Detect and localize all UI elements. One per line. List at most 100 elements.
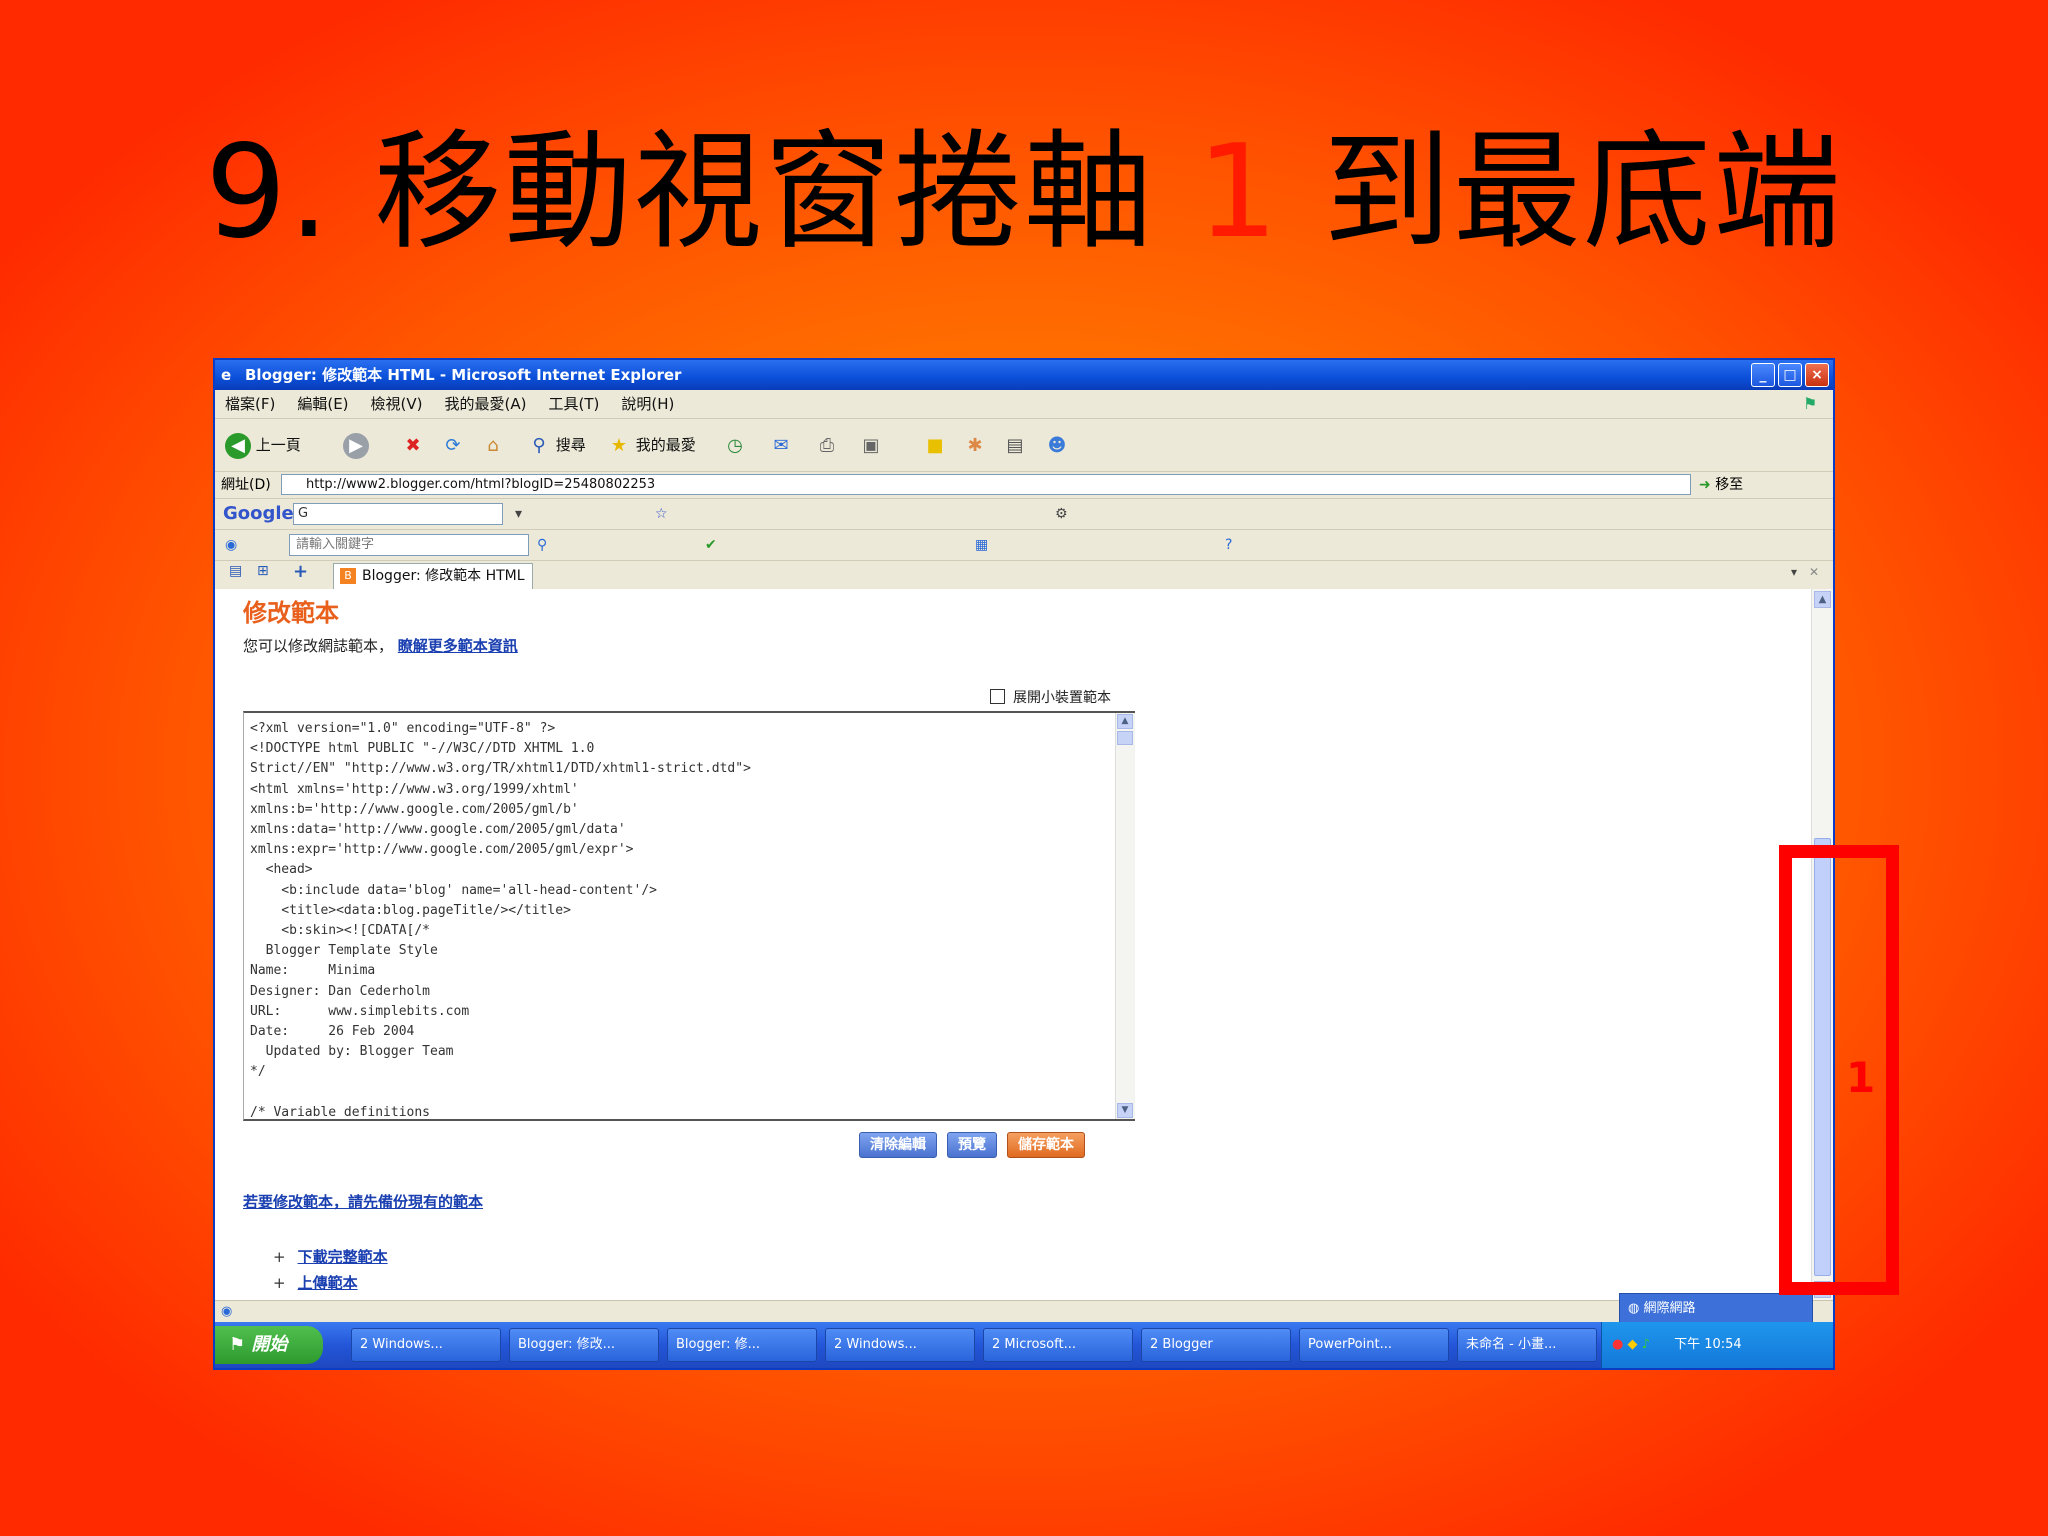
- new-tab-icon[interactable]: +: [293, 561, 308, 582]
- refresh-button[interactable]: ⟳: [441, 431, 465, 459]
- favorites-label: 我的最愛: [635, 436, 696, 454]
- download-template-link[interactable]: 下載完整範本: [298, 1248, 388, 1266]
- menu-view[interactable]: 檢視(V): [371, 390, 423, 418]
- forward-arrow-icon: ▶: [343, 432, 369, 459]
- tray-network-icon[interactable]: ◆: [1627, 1337, 1637, 1352]
- bookmark-star-icon[interactable]: ☆: [655, 499, 668, 529]
- print-icon: ⎙: [819, 434, 835, 456]
- messenger-icon: ▤: [1006, 434, 1024, 456]
- quick-tabs-icon[interactable]: ⊞: [257, 563, 269, 579]
- window-titlebar[interactable]: e Blogger: 修改範本 HTML - Microsoft Interne…: [215, 360, 1833, 390]
- links-globe-icon: ◉: [225, 537, 238, 553]
- editor-scrollbar[interactable]: ▲ ▼: [1115, 713, 1135, 1119]
- links-chart-icon[interactable]: ▦: [975, 530, 988, 560]
- home-button[interactable]: ⌂: [481, 431, 505, 459]
- messenger-button[interactable]: ▤: [1003, 431, 1027, 459]
- tab-close-icon[interactable]: ✕: [1809, 565, 1819, 579]
- ie-icon: e: [221, 366, 232, 384]
- preview-button[interactable]: 預覽: [947, 1132, 997, 1158]
- links-search-icon[interactable]: ⚲: [537, 530, 547, 560]
- blogger-icon: B: [340, 568, 356, 584]
- tray-volume-icon[interactable]: ♪: [1642, 1337, 1650, 1352]
- go-label: 移至: [1715, 477, 1744, 493]
- clear-edits-button[interactable]: 清除編輯: [859, 1132, 937, 1158]
- taskbar-item[interactable]: 未命名 - 小畫...: [1457, 1328, 1597, 1362]
- forward-button[interactable]: ▶: [343, 431, 369, 459]
- system-tray: ● ◆ ♪ 下午 10:54: [1601, 1322, 1833, 1368]
- print-button[interactable]: ⎙: [815, 431, 839, 459]
- edit-button[interactable]: ▣: [859, 431, 883, 459]
- stop-button[interactable]: ✖: [401, 431, 425, 459]
- taskbar-item[interactable]: 2 Blogger: [1141, 1328, 1291, 1362]
- template-code-editor[interactable]: <?xml version="1.0" encoding="UTF-8" ?> …: [243, 711, 1135, 1121]
- minimize-button[interactable]: _: [1751, 363, 1775, 387]
- tab-label: Blogger: 修改範本 HTML: [362, 568, 525, 584]
- tab-menu-icon[interactable]: ▾: [1791, 565, 1797, 579]
- star-icon: ★: [610, 434, 628, 456]
- users-button[interactable]: ☻: [1045, 431, 1069, 459]
- favorites-button[interactable]: ★ 我的最愛: [607, 431, 696, 459]
- menu-favorites[interactable]: 我的最愛(A): [445, 390, 527, 418]
- clock: 下午 10:54: [1674, 1337, 1742, 1352]
- menu-bar: 檔案(F) 編輯(E) 檢視(V) 我的最愛(A) 工具(T) 說明(H) ⚑: [215, 390, 1833, 419]
- upload-template-link[interactable]: 上傳範本: [298, 1274, 358, 1292]
- go-button[interactable]: ➜ 移至: [1699, 474, 1743, 496]
- tab-list-icon[interactable]: ▤: [229, 563, 242, 579]
- taskbar-item[interactable]: 2 Windows...: [825, 1328, 975, 1362]
- google-search-input[interactable]: G: [293, 503, 503, 525]
- taskbar-item[interactable]: 2 Microsoft...: [983, 1328, 1133, 1362]
- list-item[interactable]: + 下載完整範本: [273, 1244, 388, 1270]
- google-options-icon[interactable]: ⚙: [1055, 499, 1068, 529]
- history-button[interactable]: ◷: [723, 431, 747, 459]
- list-item[interactable]: + 上傳範本: [273, 1270, 388, 1296]
- note-icon: ■: [926, 434, 944, 456]
- zone-dropdown[interactable]: ◍ 網際網路: [1619, 1293, 1813, 1323]
- mail-button[interactable]: ✉: [769, 431, 793, 459]
- google-toolbar: Google G ▾ ☆ ⚙: [215, 499, 1833, 530]
- tray-antivirus-icon[interactable]: ●: [1612, 1337, 1623, 1352]
- editor-scroll-up-icon[interactable]: ▲: [1117, 714, 1133, 729]
- template-info-link[interactable]: 瞭解更多範本資訊: [398, 637, 518, 655]
- go-arrow-icon: ➜: [1699, 477, 1711, 493]
- maximize-button[interactable]: □: [1778, 363, 1802, 387]
- taskbar-item[interactable]: Blogger: 修...: [667, 1328, 817, 1362]
- template-intro: 您可以修改網誌範本， 瞭解更多範本資訊: [243, 635, 518, 656]
- back-label: 上一頁: [255, 436, 301, 454]
- expand-widgets-checkbox[interactable]: [990, 689, 1005, 704]
- close-button[interactable]: ×: [1805, 363, 1829, 387]
- research-button[interactable]: ✱: [963, 431, 987, 459]
- menu-help[interactable]: 說明(H): [621, 390, 674, 418]
- expand-widgets-option[interactable]: 展開小裝置範本: [990, 687, 1111, 707]
- address-input[interactable]: http://www2.blogger.com/html?blogID=2548…: [281, 474, 1691, 495]
- editor-scroll-down-icon[interactable]: ▼: [1117, 1103, 1133, 1118]
- links-check-icon[interactable]: ✔: [705, 530, 717, 560]
- slide-title-prefix: 9. 移動視窗捲軸: [205, 118, 1154, 267]
- editor-scroll-thumb[interactable]: [1117, 731, 1133, 745]
- page-status-icon: ◉: [221, 1304, 233, 1319]
- browser-window: e Blogger: 修改範本 HTML - Microsoft Interne…: [213, 358, 1835, 1370]
- stop-icon: ✖: [405, 434, 421, 456]
- users-icon: ☻: [1047, 434, 1067, 456]
- tab-blogger[interactable]: B Blogger: 修改範本 HTML: [333, 563, 533, 589]
- note-button[interactable]: ■: [923, 431, 947, 459]
- back-button[interactable]: ◀ 上一頁: [225, 431, 301, 459]
- links-help-icon[interactable]: ?: [1225, 530, 1232, 560]
- taskbar-item[interactable]: PowerPoint...: [1299, 1328, 1449, 1362]
- home-icon: ⌂: [487, 434, 499, 456]
- template-code[interactable]: <?xml version="1.0" encoding="UTF-8" ?> …: [244, 713, 1135, 1119]
- links-search-input[interactable]: 請輸入關鍵字: [289, 534, 529, 556]
- taskbar-item[interactable]: Blogger: 修改...: [509, 1328, 659, 1362]
- start-button[interactable]: ⚑ 開始: [215, 1326, 323, 1364]
- menu-edit[interactable]: 編輯(E): [297, 390, 348, 418]
- search-button[interactable]: ⚲ 搜尋: [527, 431, 585, 459]
- taskbar-item[interactable]: 2 Windows...: [351, 1328, 501, 1362]
- google-search-dropdown-icon[interactable]: ▾: [515, 499, 522, 529]
- scroll-up-icon[interactable]: ▲: [1814, 591, 1831, 608]
- slide-title-number: 1: [1196, 118, 1281, 267]
- backup-template-link[interactable]: 若要修改範本，請先備份現有的範本: [243, 1191, 483, 1212]
- back-arrow-icon: ◀: [225, 432, 251, 459]
- status-bar: ◉ ◍ 網際網路: [215, 1293, 1833, 1323]
- save-template-button[interactable]: 儲存範本: [1007, 1132, 1085, 1158]
- menu-tools[interactable]: 工具(T): [548, 390, 599, 418]
- menu-file[interactable]: 檔案(F): [225, 390, 275, 418]
